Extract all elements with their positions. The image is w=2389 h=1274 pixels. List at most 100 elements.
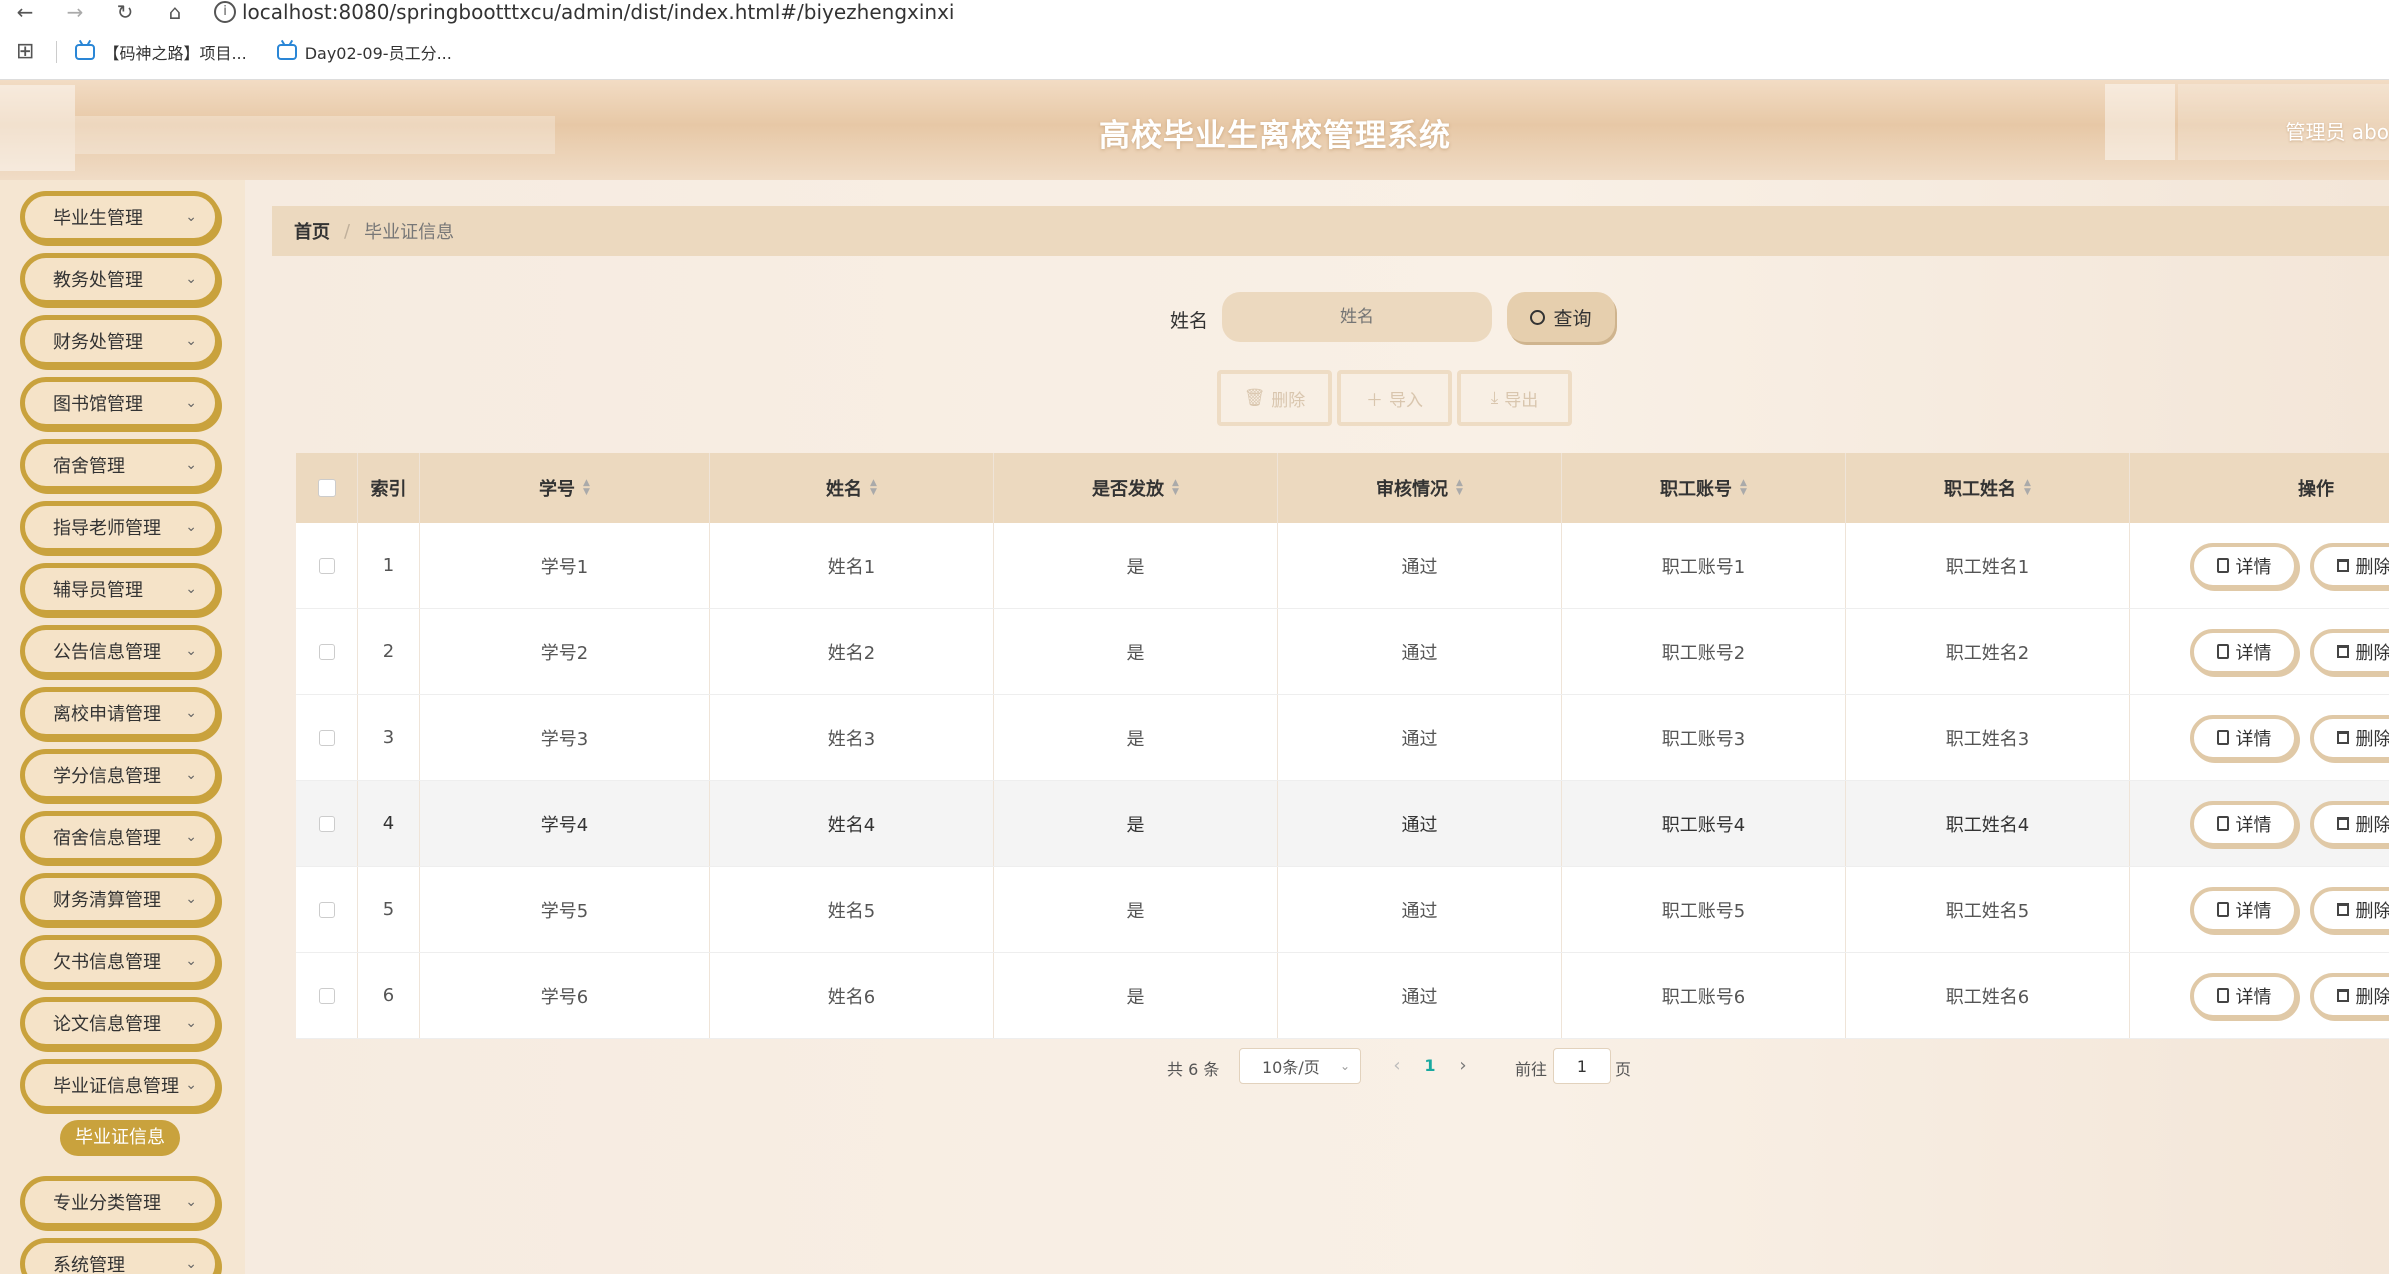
sidebar-subitem-diploma-info[interactable]: 毕业证信息 [60, 1120, 180, 1156]
sort-icon[interactable]: ▲ ▼ [1456, 479, 1463, 497]
sidebar-item-library[interactable]: 图书馆管理 ⌄ [20, 377, 220, 429]
sidebar-item-finance[interactable]: 财务处管理 ⌄ [20, 315, 220, 367]
breadcrumb-home[interactable]: 首页 [294, 218, 330, 244]
bookmark-item[interactable]: 【码神之路】项目... [75, 40, 247, 64]
cell-staff-name: 职工姓名6 [1846, 953, 2130, 1038]
col-student-no[interactable]: 学号 ▲ ▼ [420, 453, 710, 523]
cell-operations: 详情 删除 [2130, 695, 2389, 780]
search-input[interactable] [1222, 292, 1492, 342]
page-number-current[interactable]: 1 [1415, 1048, 1445, 1084]
reload-icon[interactable]: ↻ [100, 2, 150, 22]
delete-button[interactable]: 删除 [2310, 800, 2389, 847]
diploma-table: 索引 学号 ▲ ▼ 姓名 ▲ ▼ 是否发放 ▲ ▼ 审核情况 ▲ ▼ 职工账号 ▲ ▼ 职工姓名 ▲ ▼… [296, 453, 2389, 1039]
sidebar-item-major-category[interactable]: 专业分类管理 ⌄ [20, 1176, 220, 1228]
col-label: 职工姓名 [1944, 479, 2017, 500]
cell-staff-account: 职工账号6 [1562, 953, 1846, 1038]
chevron-down-icon: ⌄ [185, 519, 197, 535]
col-review[interactable]: 审核情况 ▲ ▼ [1278, 453, 1562, 523]
sidebar-item-dormitory[interactable]: 宿舍管理 ⌄ [20, 439, 220, 491]
info-icon[interactable]: i [214, 1, 236, 23]
row-checkbox[interactable] [318, 729, 335, 746]
goto-page-input[interactable] [1553, 1048, 1611, 1084]
sidebar-item-supervisor[interactable]: 指导老师管理 ⌄ [20, 501, 220, 553]
row-checkbox[interactable] [318, 901, 335, 918]
row-checkbox[interactable] [318, 815, 335, 832]
sidebar-item-dorm-info[interactable]: 宿舍信息管理 ⌄ [20, 811, 220, 863]
detail-button[interactable]: 详情 [2190, 542, 2298, 589]
trash-icon [2336, 903, 2349, 916]
row-checkbox[interactable] [318, 643, 335, 660]
sidebar-item-label: 学分信息管理 [53, 766, 161, 787]
export-button[interactable]: ⤓ 导出 [1457, 370, 1572, 426]
sidebar-item-owed-books[interactable]: 欠书信息管理 ⌄ [20, 935, 220, 987]
detail-button[interactable]: 详情 [2190, 714, 2298, 761]
sidebar-item-label: 指导老师管理 [53, 518, 161, 539]
delete-button[interactable]: 删除 [2310, 714, 2389, 761]
apps-grid-icon[interactable]: ⊞ [16, 39, 34, 64]
sidebar-item-announcement[interactable]: 公告信息管理 ⌄ [20, 625, 220, 677]
delete-button[interactable]: 删除 [2310, 886, 2389, 933]
detail-label: 详情 [2235, 642, 2272, 664]
row-select-cell [296, 695, 358, 780]
cell-staff-account: 职工账号3 [1562, 695, 1846, 780]
admin-user-label[interactable]: 管理员 abo [2285, 116, 2389, 145]
detail-button[interactable]: 详情 [2190, 886, 2298, 933]
delete-label: 删除 [2355, 556, 2389, 578]
chevron-down-icon: ⌄ [185, 1256, 197, 1272]
chevron-down-icon: ⌄ [185, 1194, 197, 1210]
next-page-button[interactable]: › [1448, 1048, 1478, 1084]
sidebar-item-label: 欠书信息管理 [53, 952, 161, 973]
chevron-down-icon: ⌄ [185, 891, 197, 907]
chevron-down-icon: ⌄ [185, 953, 197, 969]
trash-icon [2336, 731, 2349, 744]
sort-icon[interactable]: ▲ ▼ [2024, 479, 2031, 497]
col-name[interactable]: 姓名 ▲ ▼ [710, 453, 994, 523]
sidebar-item-academic-affairs[interactable]: 教务处管理 ⌄ [20, 253, 220, 305]
prev-page-button[interactable]: ‹ [1382, 1048, 1412, 1084]
sort-icon[interactable]: ▲ ▼ [583, 479, 590, 497]
col-label: 审核情况 [1376, 479, 1449, 500]
batch-delete-button[interactable]: 🗑 删除 [1217, 370, 1332, 426]
bookmark-item[interactable]: Day02-09-员工分... [276, 40, 452, 64]
page-size-select[interactable]: 10条/页 ⌄ [1239, 1048, 1361, 1084]
detail-button[interactable]: 详情 [2190, 800, 2298, 847]
detail-button[interactable]: 详情 [2190, 972, 2298, 1019]
sidebar-item-thesis[interactable]: 论文信息管理 ⌄ [20, 997, 220, 1049]
col-issued[interactable]: 是否发放 ▲ ▼ [994, 453, 1278, 523]
search-button[interactable]: 查询 [1507, 292, 1615, 342]
sort-icon[interactable]: ▲ ▼ [1172, 479, 1179, 497]
delete-button[interactable]: 删除 [2310, 628, 2389, 675]
col-staff-name[interactable]: 职工姓名 ▲ ▼ [1846, 453, 2130, 523]
sidebar-item-graduate[interactable]: 毕业生管理 ⌄ [20, 191, 220, 243]
delete-button[interactable]: 删除 [2310, 542, 2389, 589]
chevron-down-icon: ⌄ [185, 395, 197, 411]
sidebar-item-system[interactable]: 系统管理 ⌄ [20, 1238, 220, 1274]
sidebar-item-diploma[interactable]: 毕业证信息管理 ⌄ [20, 1059, 220, 1111]
sidebar-item-credits[interactable]: 学分信息管理 ⌄ [20, 749, 220, 801]
back-icon[interactable]: ← [0, 2, 50, 22]
table-row: 4 学号4 姓名4 是 通过 职工账号4 职工姓名4 详情 删除 [296, 781, 2389, 867]
sort-icon[interactable]: ▲ ▼ [1740, 479, 1747, 497]
sort-icon[interactable]: ▲ ▼ [870, 479, 877, 497]
delete-button[interactable]: 删除 [2310, 972, 2389, 1019]
url-text[interactable]: localhost:8080/springbootttxcu/admin/dis… [242, 2, 955, 22]
sidebar-item-financial-settlement[interactable]: 财务清算管理 ⌄ [20, 873, 220, 925]
select-all-checkbox[interactable] [317, 479, 336, 497]
cell-issued: 是 [994, 609, 1278, 694]
forward-icon[interactable]: → [50, 2, 100, 22]
cell-name: 姓名2 [710, 609, 994, 694]
col-staff-account[interactable]: 职工账号 ▲ ▼ [1562, 453, 1846, 523]
home-icon[interactable]: ⌂ [150, 2, 200, 22]
sidebar-item-leave-application[interactable]: 离校申请管理 ⌄ [20, 687, 220, 739]
col-label: 学号 [539, 479, 576, 500]
cell-index: 4 [358, 781, 420, 866]
trash-icon [2336, 989, 2349, 1002]
row-checkbox[interactable] [318, 557, 335, 574]
cell-staff-name: 职工姓名5 [1846, 867, 2130, 952]
detail-button[interactable]: 详情 [2190, 628, 2298, 675]
import-button[interactable]: ＋ 导入 [1337, 370, 1452, 426]
row-checkbox[interactable] [318, 987, 335, 1004]
search-bar: 姓名 查询 [245, 292, 1625, 342]
col-label: 是否发放 [1092, 479, 1165, 500]
sidebar-item-counselor[interactable]: 辅导员管理 ⌄ [20, 563, 220, 615]
